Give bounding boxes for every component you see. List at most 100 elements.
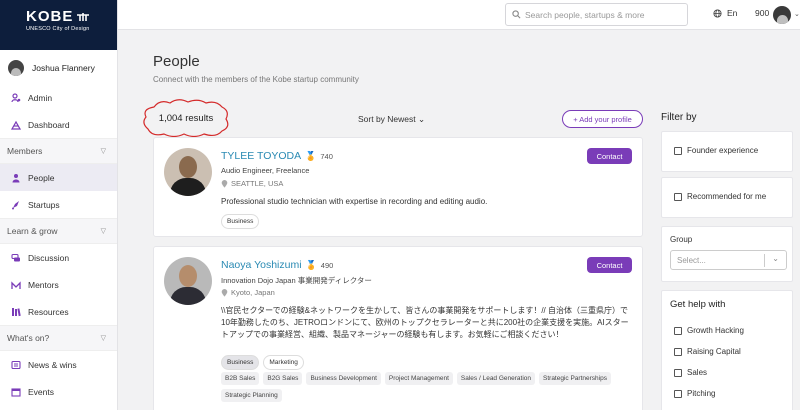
skill-list: B2B Sales B2G Sales Business Development… bbox=[221, 372, 631, 402]
skill-tag[interactable]: Business Development bbox=[306, 372, 381, 385]
chevron-down-icon: ⌄ bbox=[418, 114, 426, 124]
checkbox-label: Founder experience bbox=[687, 146, 759, 155]
skill-tag[interactable]: Strategic Planning bbox=[221, 389, 282, 402]
search-input[interactable]: Search people, startups & more bbox=[505, 3, 688, 26]
checkbox[interactable] bbox=[674, 146, 682, 155]
sidebar-section-whats-on[interactable]: What's on? ▽ bbox=[0, 325, 117, 351]
group-select[interactable]: Select... ⌄ bbox=[670, 250, 787, 270]
sidebar-item-label: People bbox=[28, 172, 55, 183]
sidebar-item-label: Mentors bbox=[28, 279, 59, 290]
chevron-down-icon: ⌄ bbox=[772, 254, 779, 263]
sidebar-section-learn[interactable]: Learn & grow ▽ bbox=[0, 218, 117, 244]
user-profile[interactable]: Joshua Flannery bbox=[0, 52, 117, 84]
checkbox-label: Recommended for me bbox=[687, 192, 767, 201]
admin-icon bbox=[11, 92, 21, 103]
group-label: Group bbox=[670, 235, 693, 244]
person-name-row: TYLEE TOYODA 🏅 740 bbox=[221, 150, 333, 162]
section-label: What's on? bbox=[7, 333, 50, 343]
checkbox-label: Raising Capital bbox=[687, 347, 741, 356]
search-icon bbox=[512, 10, 521, 19]
checkbox[interactable] bbox=[674, 347, 682, 356]
sidebar-item-startups[interactable]: Startups bbox=[0, 191, 117, 218]
tag[interactable]: Business bbox=[221, 214, 260, 229]
chevron-down-icon[interactable]: ⌄ bbox=[794, 10, 800, 18]
section-label: Learn & grow bbox=[7, 226, 58, 236]
filter-recommended-box: Recommended for me bbox=[661, 177, 793, 218]
brand-name: KOBE bbox=[26, 8, 74, 25]
sidebar-item-label: Events bbox=[28, 386, 54, 397]
skill-tag[interactable]: B2B Sales bbox=[221, 372, 260, 385]
chat-icon bbox=[11, 253, 21, 263]
sidebar-item-discussion[interactable]: Discussion bbox=[0, 244, 117, 271]
contact-button[interactable]: Contact bbox=[587, 148, 632, 164]
rocket-icon bbox=[11, 200, 21, 210]
sidebar: KOBE UNESCO City of Design Joshua Flanne… bbox=[0, 0, 118, 410]
chevron-down-icon: ▽ bbox=[100, 148, 106, 155]
sidebar-item-mentors[interactable]: Mentors bbox=[0, 271, 117, 298]
points-count[interactable]: 900 bbox=[755, 8, 769, 18]
sidebar-item-label: News & wins bbox=[28, 359, 77, 370]
sort-dropdown[interactable]: Sort by Newest ⌄ bbox=[358, 114, 425, 125]
brand-logo[interactable]: KOBE UNESCO City of Design bbox=[0, 0, 117, 50]
medal-icon: 🏅 bbox=[305, 150, 317, 161]
checkbox[interactable] bbox=[674, 389, 682, 398]
language-selector[interactable]: En bbox=[713, 8, 737, 18]
person-score: 490 bbox=[320, 260, 334, 270]
skill-tag[interactable]: Strategic Partnerships bbox=[539, 372, 611, 385]
filter-group-box: Group Select... ⌄ bbox=[661, 226, 793, 282]
tag[interactable]: Business bbox=[221, 355, 260, 370]
language-label: En bbox=[727, 8, 738, 18]
person-location: Kyoto, Japan bbox=[221, 288, 275, 297]
avatar[interactable] bbox=[773, 6, 791, 24]
sidebar-section-members[interactable]: Members ▽ bbox=[0, 138, 117, 164]
skill-tag[interactable]: Project Management bbox=[384, 372, 453, 385]
checkbox-label: Pitching bbox=[687, 389, 716, 398]
recommended-checkbox[interactable]: Recommended for me bbox=[674, 192, 792, 201]
page-title: People bbox=[153, 53, 200, 70]
brand-tagline: UNESCO City of Design bbox=[26, 26, 90, 32]
sort-label: Sort by Newest bbox=[358, 114, 416, 124]
results-count: 1,004 results bbox=[140, 97, 232, 139]
filter-title: Filter by bbox=[661, 112, 697, 123]
person-name-link[interactable]: TYLEE TOYODA bbox=[221, 150, 301, 162]
tag[interactable]: Marketing bbox=[263, 355, 304, 370]
contact-button[interactable]: Contact bbox=[587, 257, 632, 273]
checkbox-label: Growth Hacking bbox=[687, 326, 744, 335]
news-icon bbox=[11, 360, 21, 370]
profile-photo[interactable] bbox=[164, 148, 212, 196]
location-text: Kyoto, Japan bbox=[231, 288, 275, 297]
sidebar-item-events[interactable]: Events bbox=[0, 378, 117, 405]
person-name-link[interactable]: Naoya Yoshizumi bbox=[221, 259, 302, 271]
add-profile-button[interactable]: + Add your profile bbox=[562, 110, 643, 128]
page-subtitle: Connect with the members of the Kobe sta… bbox=[153, 75, 359, 84]
sidebar-item-admin[interactable]: Admin bbox=[0, 84, 117, 111]
results-label: 1,004 results bbox=[158, 112, 214, 124]
calendar-icon bbox=[11, 387, 21, 397]
section-label: Members bbox=[7, 146, 43, 156]
sidebar-item-label: Resources bbox=[28, 306, 69, 317]
sidebar-item-dashboard[interactable]: Dashboard bbox=[0, 111, 117, 138]
user-name: Joshua Flannery bbox=[32, 63, 95, 73]
skill-tag[interactable]: B2G Sales bbox=[263, 372, 303, 385]
profile-photo[interactable] bbox=[164, 257, 212, 305]
sidebar-item-people[interactable]: People bbox=[0, 164, 117, 191]
person-card: TYLEE TOYODA 🏅 740 Audio Engineer, Freel… bbox=[153, 137, 643, 237]
help-raising-capital[interactable]: Raising Capital bbox=[674, 347, 741, 356]
chevron-down-icon: ▽ bbox=[100, 228, 106, 235]
sidebar-item-resources[interactable]: Resources bbox=[0, 298, 117, 325]
skill-tag[interactable]: Sales / Lead Generation bbox=[456, 372, 536, 385]
sidebar-item-news[interactable]: News & wins bbox=[0, 351, 117, 378]
help-sales[interactable]: Sales bbox=[674, 368, 707, 377]
person-location: SEATTLE, USA bbox=[221, 179, 283, 188]
select-placeholder: Select... bbox=[677, 255, 706, 265]
person-name-row: Naoya Yoshizumi 🏅 490 bbox=[221, 259, 333, 271]
help-growth-hacking[interactable]: Growth Hacking bbox=[674, 326, 744, 335]
checkbox[interactable] bbox=[674, 368, 682, 377]
top-bar: Search people, startups & more En 900 ⌄ bbox=[118, 0, 800, 30]
globe-icon bbox=[713, 8, 722, 18]
help-pitching[interactable]: Pitching bbox=[674, 389, 715, 398]
mentors-icon bbox=[11, 280, 21, 290]
founder-experience-checkbox[interactable]: Founder experience bbox=[674, 146, 792, 155]
checkbox[interactable] bbox=[674, 192, 682, 201]
checkbox[interactable] bbox=[674, 326, 682, 335]
